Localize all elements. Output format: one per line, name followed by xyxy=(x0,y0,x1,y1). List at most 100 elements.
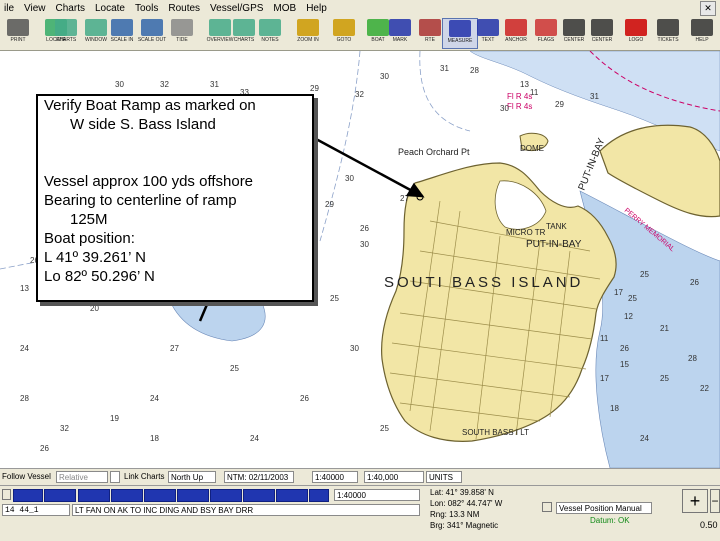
ntm-field: NTM: 02/11/2003 xyxy=(224,471,294,483)
close-icon[interactable]: ✕ xyxy=(700,1,716,16)
center-icon xyxy=(563,19,585,36)
depth-sounding: 30 xyxy=(350,344,359,353)
depth-sounding: 13 xyxy=(520,80,529,89)
toolbar-button-notes[interactable]: NOTES xyxy=(252,18,288,49)
anchor-icon xyxy=(505,19,527,36)
toolbar-button-label: GOTO xyxy=(336,37,352,43)
menu-vessel-gps[interactable]: Vessel/GPS xyxy=(206,3,269,14)
progress-segment xyxy=(44,489,76,502)
depth-sounding: 13 xyxy=(20,284,29,293)
relative-select[interactable]: Relative xyxy=(56,471,108,483)
chart-scale-field: 1:40,000 xyxy=(364,471,424,483)
chart-label-micro: MICRO TR xyxy=(506,228,546,237)
progress-segment xyxy=(243,489,275,502)
depth-sounding: 28 xyxy=(688,354,697,363)
toolbar-button-print[interactable]: PRINT xyxy=(0,18,36,49)
zoom-in-button[interactable]: + xyxy=(682,489,708,513)
scale-out-icon xyxy=(141,19,163,36)
menu-bar: ile View Charts Locate Tools Routes Vessel/GPS… xyxy=(0,0,720,17)
toolbar-button-goto[interactable]: GOTO xyxy=(326,18,362,49)
depth-sounding: 32 xyxy=(160,80,169,89)
toolbar-button-tide[interactable]: TIDE xyxy=(164,18,200,49)
bay-water xyxy=(494,180,547,230)
toolbar-button-tickets[interactable]: TICKETS xyxy=(650,18,686,49)
depth-sounding: 24 xyxy=(640,434,649,443)
toolbar-button-label: TICKETS xyxy=(657,37,679,43)
island-northeast xyxy=(599,124,720,218)
toolbar-button-label: HELP xyxy=(695,37,709,43)
progress-segment xyxy=(309,489,329,502)
callout-line: Vessel approx 100 yds offshore xyxy=(44,173,254,190)
link-charts-checkbox[interactable] xyxy=(110,471,120,483)
chart-label-dome: DOME xyxy=(520,144,544,153)
depth-sounding: 22 xyxy=(700,384,709,393)
depth-sounding: 29 xyxy=(555,100,564,109)
depth-sounding: 32 xyxy=(355,90,364,99)
depth-sounding: 25 xyxy=(380,424,389,433)
menu-help[interactable]: Help xyxy=(302,3,333,14)
chart-label-island: SOUTI BASS ISLAND xyxy=(384,274,583,291)
longitude-readout: Lon: 082° 44.747' W xyxy=(430,499,503,508)
callout-line: W side S. Bass Island xyxy=(70,116,216,133)
help-icon xyxy=(691,19,713,36)
follow-vessel-label[interactable]: Follow Vessel xyxy=(0,471,56,483)
depth-sounding: 25 xyxy=(640,270,649,279)
menu-tools[interactable]: Tools xyxy=(131,3,164,14)
menu-locate[interactable]: Locate xyxy=(91,3,131,14)
toolbar-button-label: TIDE xyxy=(176,37,188,43)
depth-contour xyxy=(319,51,361,242)
menu-charts[interactable]: Charts xyxy=(52,3,91,14)
north-up-select[interactable]: North Up xyxy=(168,471,216,483)
chart-label-put-in-bay: PUT-IN-BAY xyxy=(526,239,582,250)
callout-line: Lo 82º 50.296’ N xyxy=(44,268,155,285)
toolbar-button-label: LOGO xyxy=(628,37,644,43)
chart-label-south-bass-lt: SOUTH BASS I LT xyxy=(462,428,529,437)
callout-line: Bearing to centerline of ramp xyxy=(44,192,237,209)
depth-sounding: 12 xyxy=(624,312,633,321)
scale-field: 1:40000 xyxy=(312,471,358,483)
text-icon xyxy=(477,19,499,36)
depth-sounding: 25 xyxy=(628,294,637,303)
units-field[interactable]: UNITS xyxy=(426,471,462,483)
callout-line: L 41º 39.261’ N xyxy=(44,249,146,266)
depth-sounding: 29 xyxy=(310,84,319,93)
depth-sounding: 25 xyxy=(330,294,339,303)
progress-segment xyxy=(177,489,209,502)
depth-sounding: 21 xyxy=(660,324,669,333)
depth-sounding: 19 xyxy=(110,414,119,423)
bearing-readout: Brg: 341° Magnetic xyxy=(430,521,499,530)
tide-icon xyxy=(171,19,193,36)
depth-sounding: 20 xyxy=(90,304,99,313)
callout-line: Boat position: xyxy=(44,230,135,247)
menu-mob[interactable]: MOB xyxy=(269,3,302,14)
depth-sounding: 30 xyxy=(360,240,369,249)
toolbar-button-logo[interactable]: LOGO xyxy=(618,18,654,49)
toolbar-button-label: CENTER xyxy=(591,37,613,43)
toolbar-button-center[interactable]: CENTER xyxy=(584,18,620,49)
toolbar-button-zoom-in[interactable]: ZOOM IN xyxy=(290,18,326,49)
print-icon xyxy=(7,19,29,36)
zoom-in-icon xyxy=(297,19,319,36)
progress-segment xyxy=(78,489,110,502)
depth-sounding: 26 xyxy=(690,278,699,287)
depth-sounding: 30 xyxy=(345,174,354,183)
menu-view[interactable]: View xyxy=(20,3,52,14)
depth-contour xyxy=(419,51,471,132)
vessel-position-checkbox[interactable] xyxy=(542,502,552,512)
flag-icon xyxy=(389,19,411,36)
go-to-icon xyxy=(333,19,355,36)
signal-flags-icon xyxy=(535,19,557,36)
panel-toggle-button[interactable] xyxy=(2,489,11,500)
zoom-out-button[interactable]: − xyxy=(710,489,720,513)
depth-sounding: 31 xyxy=(590,92,599,101)
menu-routes[interactable]: Routes xyxy=(164,3,206,14)
vessel-position-field: Vessel Position Manual xyxy=(556,502,652,514)
callout-line: Verify Boat Ramp as marked on xyxy=(44,97,256,114)
progress-segment xyxy=(111,489,143,502)
toolbar-button-help[interactable]: HELP xyxy=(684,18,720,49)
depth-sounding: 25 xyxy=(660,374,669,383)
range-readout: Rng: 13.3 NM xyxy=(430,510,480,519)
zoom-scale-field: 1:40000 xyxy=(334,489,420,501)
menu-file[interactable]: ile xyxy=(0,3,20,14)
link-charts-label: Link Charts xyxy=(124,472,165,481)
